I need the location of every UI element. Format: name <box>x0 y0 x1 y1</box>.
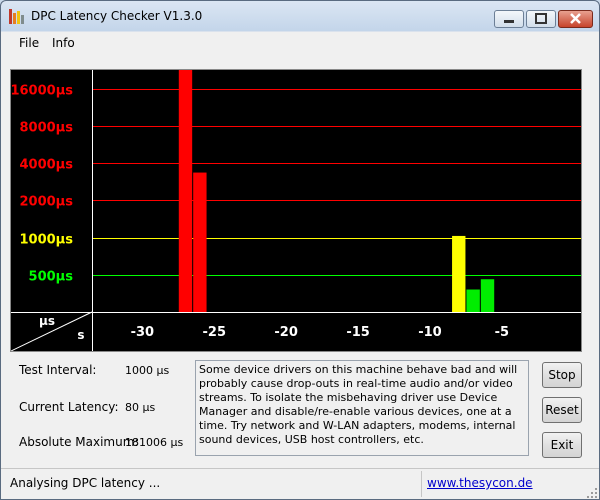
window-title: DPC Latency Checker V1.3.0 <box>31 9 203 23</box>
bar <box>193 172 207 312</box>
resize-grip-icon[interactable] <box>587 488 597 498</box>
y-tick-label: 4000µs <box>20 158 74 173</box>
x-tick-label: -25 <box>203 325 227 340</box>
y-tick-label: 2000µs <box>20 195 74 210</box>
y-unit-label: µs <box>39 314 55 328</box>
x-tick-label: -30 <box>131 325 155 340</box>
maximize-icon <box>535 13 547 24</box>
close-button[interactable] <box>558 10 593 28</box>
minimize-icon <box>504 20 514 23</box>
reset-button[interactable]: Reset <box>542 397 582 423</box>
client-area: 500µs 1000µs 2000µs 4000µs 8000µs 16000µs µs s -… <box>1 54 599 499</box>
info-message: Some device drivers on this machine beha… <box>195 360 529 456</box>
y-tick-label: 500µs <box>29 270 74 285</box>
menu-info[interactable]: Info <box>52 36 75 50</box>
y-tick-label: 16000µs <box>11 84 73 99</box>
maximize-button[interactable] <box>526 10 556 28</box>
title-bar[interactable]: DPC Latency Checker V1.3.0 <box>1 1 599 31</box>
bar-chart-app-icon <box>9 9 25 24</box>
website-link[interactable]: www.thesycon.de <box>427 476 533 490</box>
bar <box>480 279 495 312</box>
current-latency-value: 80 µs <box>125 401 156 414</box>
test-interval-value: 1000 µs <box>125 364 170 377</box>
x-tick-label: -5 <box>495 325 509 340</box>
x-tick-label: -20 <box>274 325 298 340</box>
menu-bar: File Info <box>1 32 599 54</box>
bar <box>178 70 193 312</box>
x-tick-label: -10 <box>418 325 442 340</box>
bar <box>466 289 480 312</box>
latency-chart-svg: 500µs 1000µs 2000µs 4000µs 8000µs 16000µs µs s -… <box>11 70 581 351</box>
bar <box>452 235 466 312</box>
minimize-button[interactable] <box>494 10 524 28</box>
status-separator <box>421 471 422 497</box>
close-icon <box>570 13 581 24</box>
absolute-maximum-value: 181006 µs <box>125 436 184 449</box>
test-interval-label: Test Interval: <box>19 363 97 377</box>
stop-button[interactable]: Stop <box>542 362 582 388</box>
app-window: DPC Latency Checker V1.3.0 File Info 500… <box>0 0 600 500</box>
status-text: Analysing DPC latency ... <box>10 476 161 490</box>
x-unit-label: s <box>77 328 84 342</box>
exit-button[interactable]: Exit <box>542 432 582 458</box>
latency-chart: 500µs 1000µs 2000µs 4000µs 8000µs 16000µs µs s -… <box>10 69 582 352</box>
absolute-maximum-label: Absolute Maximum: <box>19 435 139 449</box>
x-tick-label: -15 <box>346 325 370 340</box>
menu-file[interactable]: File <box>19 36 39 50</box>
status-bar: Analysing DPC latency ... www.thesycon.d… <box>1 468 599 499</box>
y-tick-label: 8000µs <box>20 121 74 136</box>
current-latency-label: Current Latency: <box>19 400 119 414</box>
y-tick-label: 1000µs <box>20 233 74 248</box>
